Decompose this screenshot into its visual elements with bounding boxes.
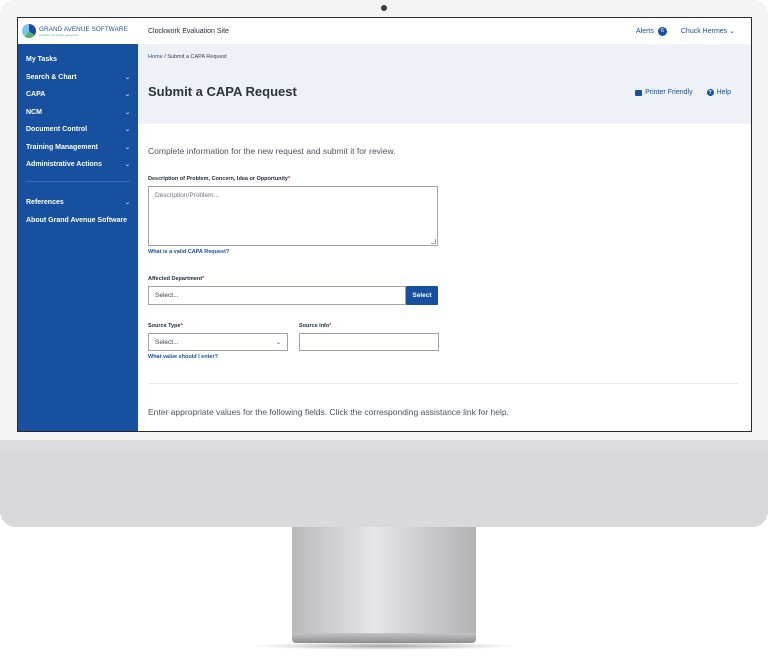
form-intro: Complete information for the new request… (148, 146, 396, 156)
sidebar-item-training-management[interactable]: Training Management ⌄ (18, 139, 138, 157)
sidebar-item-label: References (26, 199, 64, 207)
required-marker: * (180, 323, 183, 329)
description-label: Description of Problem, Concern, Idea or… (148, 176, 290, 182)
sidebar-item-references[interactable]: References ⌄ (18, 194, 138, 212)
department-value: Select... (155, 292, 179, 299)
site-name: Clockwork Evaluation Site (148, 27, 229, 35)
sidebar-item-label: Search & Chart (26, 73, 77, 81)
required-marker: * (329, 323, 332, 329)
chevron-down-icon: ⌄ (275, 339, 281, 346)
source-info-label: Source Info* (299, 323, 331, 329)
section-instructions: Enter appropriate values for the followi… (148, 407, 509, 417)
logo-tagline: software for quality assurance (39, 32, 79, 37)
printer-friendly-link[interactable]: Printer Friendly (635, 89, 693, 96)
description-label-text: Description of Problem, Concern, Idea or… (148, 176, 288, 182)
department-label: Affected Department* (148, 276, 204, 282)
logo-icon (22, 24, 36, 38)
help-label: Help (716, 89, 731, 96)
sidebar-divider (26, 181, 130, 182)
resize-handle[interactable] (431, 239, 436, 244)
source-info-field[interactable] (299, 333, 439, 351)
user-menu[interactable]: Chuck Hermes ⌄ (681, 27, 735, 35)
breadcrumb-home-link[interactable]: Home (148, 54, 163, 60)
department-field[interactable]: Select... (148, 286, 406, 305)
printer-friendly-label: Printer Friendly (645, 89, 693, 96)
logo-name: GRAND AVENUE SOFTWARE (39, 25, 128, 33)
help-link[interactable]: ? Help (706, 89, 731, 96)
user-name: Chuck Hermes (680, 28, 728, 35)
printer-icon (635, 89, 643, 96)
monitor-chin (0, 450, 768, 527)
chevron-down-icon: ⌄ (124, 109, 130, 116)
sidebar-item-label: About Grand Avenue Software (26, 216, 127, 224)
sidebar-item-search-chart[interactable]: Search & Chart ⌄ (18, 69, 138, 87)
sidebar-item-label: Administrative Actions (26, 161, 102, 169)
chevron-down-icon: ⌄ (124, 200, 130, 207)
alerts-button[interactable]: Alerts 6 (635, 26, 667, 36)
breadcrumb: Home / Submit a CAPA Request (148, 54, 227, 60)
sidebar-item-about[interactable]: About Grand Avenue Software (18, 212, 138, 230)
sidebar-item-label: NCM (26, 108, 42, 116)
required-marker: * (202, 276, 205, 282)
sidebar-item-document-control[interactable]: Document Control ⌄ (18, 121, 138, 139)
page-title: Submit a CAPA Request (148, 84, 297, 99)
sidebar-item-capa[interactable]: CAPA ⌄ (18, 86, 138, 104)
logo[interactable]: GRAND AVENUE SOFTWARE software for quali… (18, 18, 138, 44)
camera-icon (381, 5, 387, 11)
sidebar-item-label: CAPA (26, 91, 46, 99)
sidebar-item-label: My Tasks (26, 56, 57, 64)
sidebar-nav-secondary: References ⌄ About Grand Avenue Software (18, 194, 138, 229)
sidebar: GRAND AVENUE SOFTWARE software for quali… (18, 18, 138, 431)
source-type-label-text: Source Type (148, 323, 181, 329)
description-placeholder: Description/Problem... (155, 192, 219, 199)
breadcrumb-separator: / (164, 54, 166, 60)
monitor-stand (292, 527, 476, 635)
sidebar-item-administrative-actions[interactable]: Administrative Actions ⌄ (18, 156, 138, 174)
chevron-down-icon: ⌄ (124, 74, 130, 81)
description-field[interactable]: Description/Problem... (148, 186, 438, 246)
breadcrumb-current: Submit a CAPA Request (167, 54, 227, 60)
top-header: Clockwork Evaluation Site Alerts 6 Chuck… (138, 18, 751, 45)
required-marker: * (287, 176, 291, 182)
source-type-label: Source Type* (148, 323, 183, 329)
valid-capa-help-link[interactable]: What is a valid CAPA Request? (148, 249, 229, 255)
app-screen: GRAND AVENUE SOFTWARE software for quali… (17, 17, 752, 432)
alerts-count-badge: 6 (657, 26, 667, 36)
department-select-button[interactable]: Select (406, 286, 438, 305)
sidebar-item-my-tasks[interactable]: My Tasks (18, 51, 138, 69)
alerts-label: Alerts (635, 27, 654, 35)
help-icon: ? (706, 89, 714, 96)
chevron-down-icon: ⌄ (124, 127, 130, 134)
department-label-text: Affected Department (148, 276, 203, 282)
sidebar-item-label: Training Management (26, 143, 98, 151)
source-info-label-text: Source Info (299, 323, 330, 329)
chevron-down-icon: ⌄ (124, 162, 130, 169)
monitor-shadow (250, 642, 518, 650)
chevron-down-icon: ⌄ (124, 144, 130, 151)
chevron-down-icon: ⌄ (729, 28, 735, 35)
sidebar-nav: My Tasks Search & Chart ⌄ CAPA ⌄ NCM ⌄ D… (18, 51, 138, 174)
section-divider (148, 383, 738, 384)
source-type-help-link[interactable]: What value should I enter? (148, 354, 218, 360)
page-header: Home / Submit a CAPA Request Submit a CA… (138, 44, 751, 124)
chevron-down-icon: ⌄ (124, 92, 130, 99)
sidebar-item-label: Document Control (26, 126, 88, 134)
source-type-value: Select... (155, 338, 179, 346)
source-type-select[interactable]: Select... ⌄ (148, 333, 288, 351)
sidebar-item-ncm[interactable]: NCM ⌄ (18, 104, 138, 122)
